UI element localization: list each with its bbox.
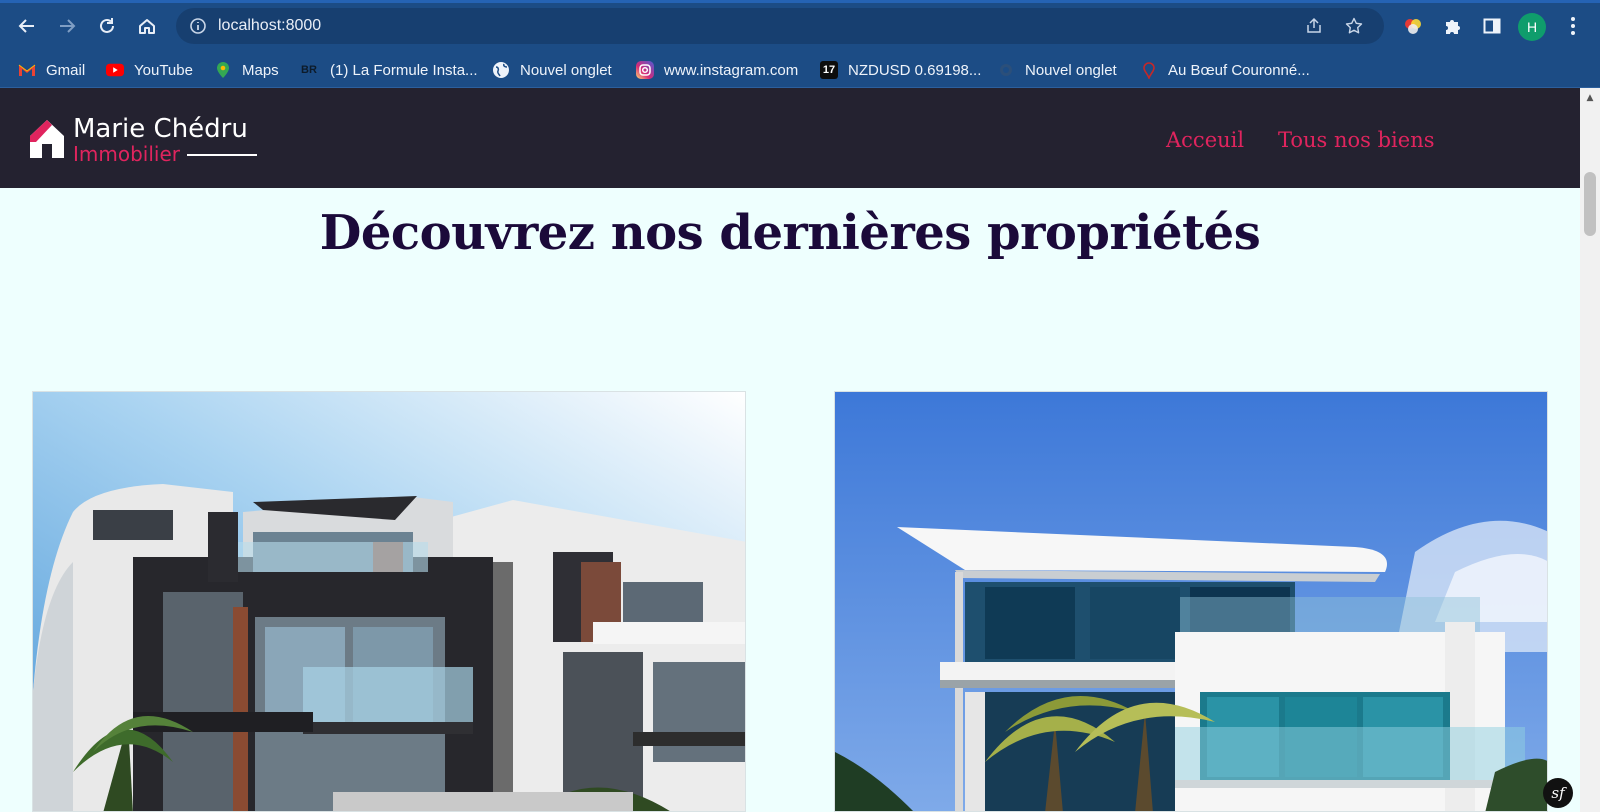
- side-panel-button[interactable]: [1477, 11, 1507, 41]
- page-scrollbar[interactable]: ▲: [1580, 88, 1600, 812]
- bookmark-label: Nouvel onglet: [520, 61, 612, 79]
- forward-button[interactable]: [52, 11, 82, 41]
- bookmark-label: (1) La Formule Insta...: [330, 61, 478, 79]
- restaurant-icon: [1140, 61, 1158, 79]
- reload-icon: [100, 18, 114, 33]
- globe-icon: [997, 61, 1015, 79]
- extensions-button[interactable]: [1438, 11, 1468, 41]
- profile-avatar[interactable]: H: [1518, 13, 1546, 41]
- tradingview-icon: 17: [820, 61, 838, 79]
- active-tab-indicator: [0, 0, 1600, 3]
- bookmark-la-formule[interactable]: BR (1) La Formule Insta...: [298, 60, 478, 80]
- address-bar[interactable]: localhost:8000: [176, 8, 1384, 44]
- bookmark-nzdusd[interactable]: 17 NZDUSD 0.69198...: [820, 60, 981, 80]
- color-extension-button[interactable]: [1398, 11, 1428, 41]
- home-icon: [139, 19, 155, 34]
- property-card-image-2[interactable]: [834, 391, 1548, 812]
- maps-icon: [214, 61, 232, 79]
- nav-link-accueil[interactable]: Acceuil: [1166, 128, 1244, 152]
- bookmarks-bar: Gmail YouTube Maps BR (1) La Formule Ins…: [0, 52, 1600, 88]
- kebab-menu-icon: [1571, 17, 1575, 35]
- bookmark-nouvel-onglet-1[interactable]: Nouvel onglet: [492, 60, 612, 80]
- bookmark-label: Gmail: [46, 61, 86, 79]
- bookmark-au-boeuf-couronne[interactable]: Au Bœuf Couronné...: [1140, 60, 1310, 80]
- scrollbar-thumb[interactable]: [1584, 172, 1596, 236]
- page-title: Découvrez nos dernières propriétés: [319, 205, 1261, 261]
- bookmark-maps[interactable]: Maps: [214, 60, 279, 80]
- bookmark-youtube[interactable]: YouTube: [106, 60, 193, 80]
- nav-link-tous-nos-biens[interactable]: Tous nos biens: [1278, 128, 1435, 152]
- brand-name: Marie Chédru: [73, 114, 248, 144]
- puzzle-icon: [1446, 20, 1460, 34]
- brand-subtitle: Immobilier: [73, 142, 180, 166]
- site-info-icon[interactable]: [188, 16, 208, 36]
- back-button[interactable]: [12, 11, 42, 41]
- browser-menu-button[interactable]: [1558, 11, 1588, 41]
- url-text[interactable]: localhost:8000: [218, 16, 321, 36]
- property-card-image-1[interactable]: [32, 391, 746, 812]
- bookmark-star-icon[interactable]: [1344, 16, 1364, 36]
- side-panel-icon: [1483, 18, 1501, 34]
- site-header: Marie Chédru Immobilier Acceuil Tous nos…: [0, 88, 1580, 188]
- youtube-icon: [106, 61, 124, 79]
- bookmark-label: www.instagram.com: [664, 61, 799, 79]
- reload-button[interactable]: [92, 11, 122, 41]
- share-icon[interactable]: [1304, 16, 1324, 36]
- globe-icon: [492, 61, 510, 79]
- bookmark-label: Nouvel onglet: [1025, 61, 1117, 79]
- back-arrow-icon: [18, 19, 34, 33]
- forward-arrow-icon: [60, 19, 76, 33]
- modern-house-photo-2: [835, 392, 1547, 811]
- logo-underline: [187, 154, 257, 156]
- bookmark-nouvel-onglet-2[interactable]: Nouvel onglet: [997, 60, 1117, 80]
- color-picker-extension-icon: [1405, 19, 1421, 34]
- home-button[interactable]: [132, 11, 162, 41]
- site-logo[interactable]: Marie Chédru Immobilier: [28, 114, 268, 166]
- modern-house-photo-1: [33, 392, 745, 811]
- gmail-icon: [18, 61, 36, 79]
- br-icon: BR: [301, 64, 317, 76]
- scroll-up-arrow-icon[interactable]: ▲: [1580, 92, 1600, 104]
- house-logo-icon: [30, 120, 64, 158]
- bookmark-label: Maps: [242, 61, 279, 79]
- bookmark-label: Au Bœuf Couronné...: [1168, 61, 1310, 79]
- bookmark-label: YouTube: [134, 61, 193, 79]
- symfony-debug-toolbar-toggle[interactable]: sf: [1543, 778, 1573, 808]
- instagram-icon: [636, 61, 654, 79]
- bookmark-gmail[interactable]: Gmail: [18, 60, 85, 80]
- browser-toolbar: localhost:8000 H: [0, 0, 1600, 52]
- bookmark-instagram[interactable]: www.instagram.com: [636, 60, 798, 80]
- bookmark-label: NZDUSD 0.69198...: [848, 61, 982, 79]
